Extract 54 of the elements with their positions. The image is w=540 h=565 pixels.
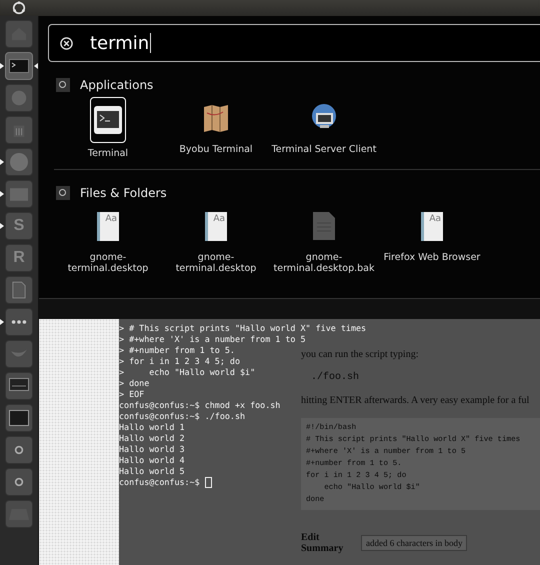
launcher-button[interactable] [5, 276, 33, 304]
text-file-icon: Aa [97, 212, 119, 240]
page-text: ./foo.sh [310, 372, 360, 383]
result-item[interactable]: Byobu Terminal [162, 98, 270, 159]
section-title: Files & Folders [80, 186, 167, 200]
search-lens-icon [56, 186, 70, 200]
launcher-button[interactable] [5, 436, 33, 464]
dots-icon [10, 318, 28, 326]
launcher-button[interactable] [5, 468, 33, 496]
section-title: Applications [80, 78, 154, 92]
terminal-line: confus@confus:~$ chmod +x foo.sh [119, 400, 280, 411]
terminal-line: Hallo world 3 [119, 444, 185, 455]
terminal-icon [9, 59, 29, 73]
launcher-button[interactable] [5, 308, 33, 336]
search-lens-icon [56, 78, 70, 92]
result-item[interactable]: gnome- terminal.desktop.bak [270, 206, 378, 274]
terminal-line: > #+number from 1 to 5. [119, 345, 235, 356]
terminal-line: confus@confus:~$ ./foo.sh [119, 411, 246, 422]
folded-map-icon [201, 103, 231, 133]
gear-icon [14, 477, 24, 487]
text-file-icon: Aa [205, 212, 227, 240]
terminal-line: > done [119, 378, 150, 389]
page-text: you can run the script typing: [301, 349, 420, 360]
screen-icon [9, 410, 29, 426]
monitor-icon [9, 378, 29, 394]
terminal-line: > # This script prints "Hallo world X" five times [119, 323, 366, 334]
launcher-button[interactable] [5, 404, 33, 432]
result-item[interactable]: Aa gnome- terminal.desktop [162, 206, 270, 274]
search-text: termin [90, 32, 150, 54]
terminal-icon [93, 105, 123, 135]
clear-icon[interactable] [60, 36, 73, 50]
gear-icon [14, 445, 24, 455]
document-icon [12, 281, 26, 299]
terminal-line: > echo "Hallo world $i" [119, 367, 256, 378]
ubuntu-logo-icon[interactable] [12, 1, 26, 15]
terminal-line: Hallo world 4 [119, 455, 185, 466]
launcher-button[interactable] [5, 52, 33, 80]
result-item[interactable]: Terminal [54, 98, 162, 159]
search-field[interactable]: termin [48, 24, 540, 62]
result-item[interactable]: Aa gnome- terminal.desktop [54, 206, 162, 274]
terminal-line: Hallo world 2 [119, 433, 185, 444]
terminal-line: > EOF [119, 389, 144, 400]
terminal-line: > for i in 1 2 3 4 5; do [119, 356, 240, 367]
terminal-line: confus@confus:~$ [119, 477, 212, 488]
edit-summary-label: Edit Summary [301, 532, 344, 554]
page-text: hitting ENTER afterwards. A very easy example for a ful [301, 395, 530, 406]
file-icon [312, 211, 336, 241]
text-file-icon: Aa [421, 212, 443, 240]
terminal-line: > #+where 'X' is a number from 1 to 5 [119, 334, 306, 345]
terminal-line: Hallo world 5 [119, 466, 185, 477]
result-item[interactable]: Aa Firefox Web Browser [378, 206, 486, 274]
launcher-button[interactable] [5, 372, 33, 400]
terminal-line: Hallo world 1 [119, 422, 185, 433]
result-item[interactable]: Terminal Server Client [270, 98, 378, 159]
